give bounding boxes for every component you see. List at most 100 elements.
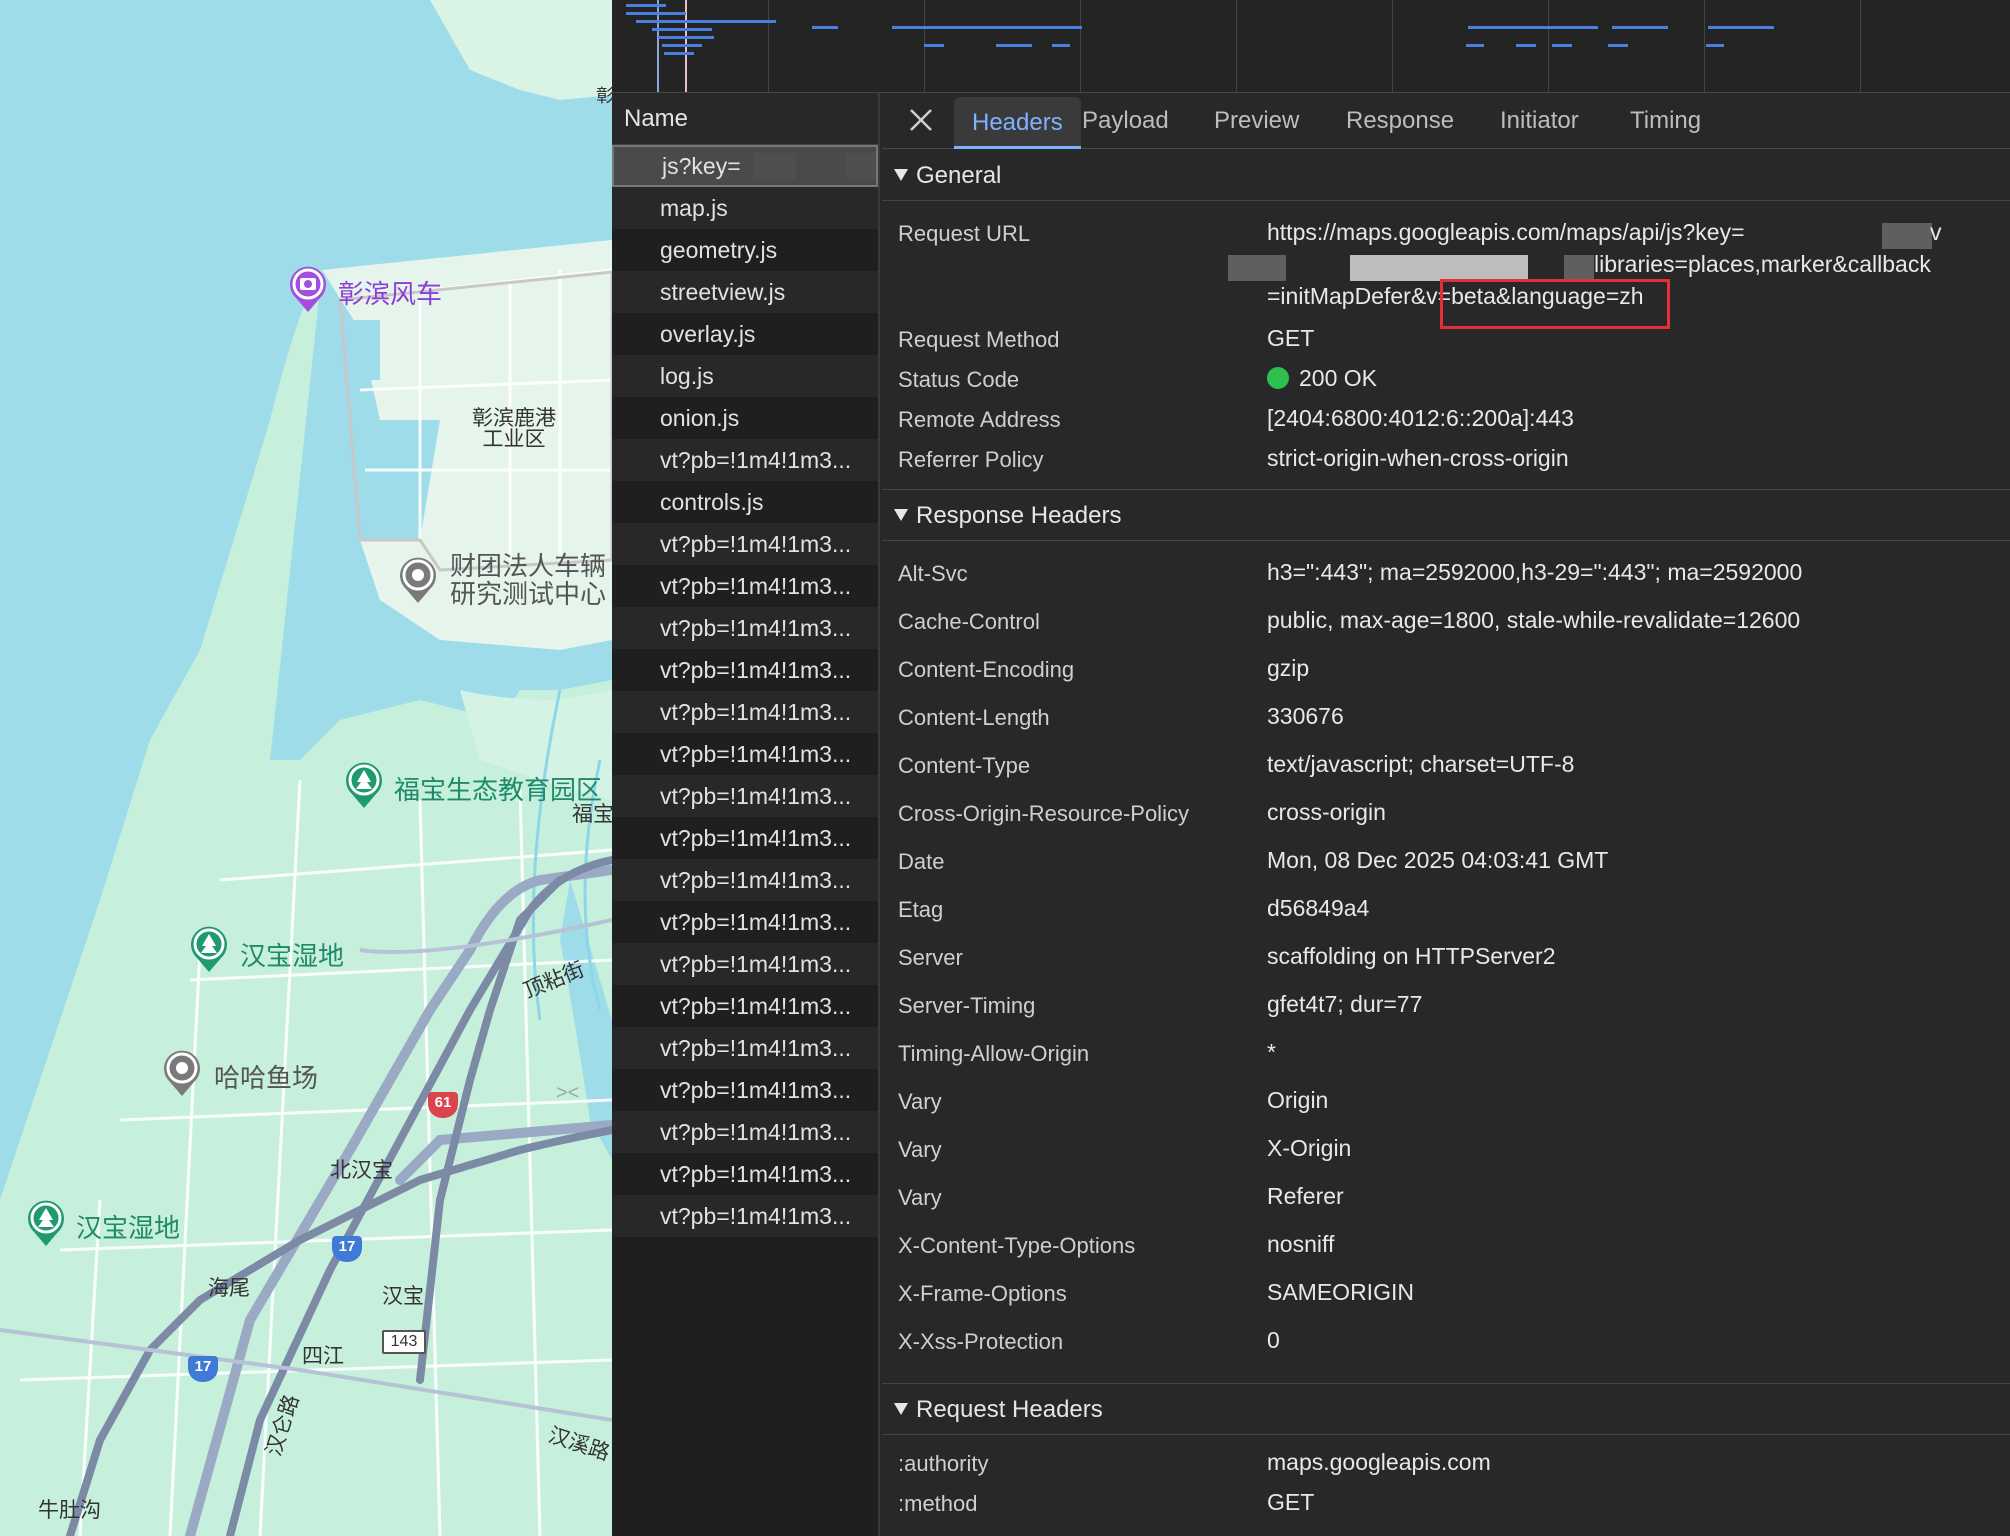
- camera-pin-icon[interactable]: [286, 262, 330, 314]
- response-headers-section-header[interactable]: Response Headers: [882, 491, 2010, 541]
- request-name: vt?pb=!1m4!1m3...: [660, 573, 852, 599]
- area-label-haiwei: 海尾: [208, 1276, 250, 1300]
- request-row[interactable]: vt?pb=!1m4!1m3...: [612, 1195, 878, 1237]
- response-header-value[interactable]: 0: [1267, 1327, 1280, 1354]
- request-row[interactable]: vt?pb=!1m4!1m3...: [612, 607, 878, 649]
- request-name: vt?pb=!1m4!1m3...: [660, 531, 852, 557]
- request-row[interactable]: streetview.js: [612, 271, 878, 313]
- request-list: Name js?key= map.js geometry.js streetview.…: [612, 93, 880, 1536]
- request-row[interactable]: vt?pb=!1m4!1m3...: [612, 775, 878, 817]
- redacted-block: [1350, 255, 1528, 281]
- request-row[interactable]: vt?pb=!1m4!1m3...: [612, 733, 878, 775]
- request-url-label: Request URL: [898, 221, 1031, 246]
- request-row[interactable]: vt?pb=!1m4!1m3...: [612, 691, 878, 733]
- response-header-value[interactable]: h3=":443"; ma=2592000,h3-29=":443"; ma=2…: [1267, 559, 1802, 586]
- network-overview-timeline[interactable]: [612, 0, 2010, 93]
- request-row[interactable]: vt?pb=!1m4!1m3...: [612, 523, 878, 565]
- response-header-value[interactable]: cross-origin: [1267, 799, 1386, 826]
- poi-label-haha-fish-farm[interactable]: 哈哈鱼场: [214, 1058, 318, 1095]
- request-name: vt?pb=!1m4!1m3...: [660, 447, 852, 473]
- language-param-highlight: [1440, 279, 1670, 329]
- tab-headers[interactable]: Headers: [954, 97, 1081, 149]
- request-row[interactable]: vt?pb=!1m4!1m3...: [612, 859, 878, 901]
- request-row[interactable]: map.js: [612, 187, 878, 229]
- request-url-line1[interactable]: https://maps.googleapis.com/maps/api/js?…: [1267, 219, 1745, 246]
- response-header-value[interactable]: *: [1267, 1039, 1276, 1066]
- poi-label-hanbao-wetland[interactable]: 汉宝湿地: [240, 936, 344, 973]
- tab-response[interactable]: Response: [1346, 107, 1454, 149]
- redacted-block: [1882, 223, 1932, 249]
- general-section-header[interactable]: General: [882, 151, 2010, 201]
- remote-address-label: Remote Address: [898, 407, 1061, 432]
- request-row[interactable]: vt?pb=!1m4!1m3...: [612, 649, 878, 691]
- response-header-value[interactable]: d56849a4: [1267, 895, 1369, 922]
- response-header-value[interactable]: SAMEORIGIN: [1267, 1279, 1414, 1306]
- request-row[interactable]: geometry.js: [612, 229, 878, 271]
- response-header-value[interactable]: Mon, 08 Dec 2025 04:03:41 GMT: [1267, 847, 1608, 874]
- area-label-hanbao: 汉宝: [382, 1284, 424, 1308]
- request-row[interactable]: vt?pb=!1m4!1m3...: [612, 565, 878, 607]
- request-url-line2[interactable]: libraries=places,marker&callback: [1594, 251, 1931, 278]
- request-row[interactable]: onion.js: [612, 397, 878, 439]
- place-pin-icon[interactable]: [160, 1046, 204, 1098]
- close-icon[interactable]: [904, 103, 938, 137]
- park-pin-icon[interactable]: [24, 1196, 68, 1248]
- response-header-value[interactable]: Origin: [1267, 1087, 1328, 1114]
- response-header-value[interactable]: 330676: [1267, 703, 1344, 730]
- tab-payload[interactable]: Payload: [1082, 107, 1169, 149]
- route-shield-143: 143: [382, 1330, 426, 1354]
- name-column-header[interactable]: Name: [612, 93, 878, 145]
- response-header-value[interactable]: public, max-age=1800, stale-while-revali…: [1267, 607, 1800, 634]
- response-header-value[interactable]: Referer: [1267, 1183, 1344, 1210]
- request-row[interactable]: vt?pb=!1m4!1m3...: [612, 1069, 878, 1111]
- request-name: vt?pb=!1m4!1m3...: [660, 741, 852, 767]
- redacted-block: [1564, 255, 1594, 281]
- response-header-value[interactable]: scaffolding on HTTPServer2: [1267, 943, 1556, 970]
- request-row[interactable]: vt?pb=!1m4!1m3...: [612, 1153, 878, 1195]
- request-name: vt?pb=!1m4!1m3...: [660, 1203, 852, 1229]
- section-title: General: [916, 162, 1002, 189]
- status-ok-icon: [1267, 367, 1289, 389]
- route-shield-17: 17: [332, 1236, 362, 1262]
- request-name: vt?pb=!1m4!1m3...: [660, 657, 852, 683]
- map-view[interactable]: 彰滨风车 财团法人车辆 研究测试中心 福宝生态教育园区 汉宝湿地 哈哈鱼场 汉宝…: [0, 0, 612, 1536]
- response-header-name: Vary: [898, 1089, 942, 1114]
- response-header-value[interactable]: X-Origin: [1267, 1135, 1351, 1162]
- poi-label-fubao-eco-park[interactable]: 福宝生态教育园区: [394, 770, 602, 807]
- area-label-sijiang: 四江: [302, 1344, 344, 1368]
- tab-initiator[interactable]: Initiator: [1500, 107, 1579, 149]
- poi-label-line2: 研究测试中心: [450, 580, 607, 610]
- request-name: geometry.js: [660, 237, 778, 263]
- poi-label-vehicle-test-center[interactable]: 财团法人车辆 研究测试中心: [450, 553, 606, 609]
- request-row[interactable]: log.js: [612, 355, 878, 397]
- response-header-name: Timing-Allow-Origin: [898, 1041, 1090, 1066]
- response-header-value[interactable]: gfet4t7; dur=77: [1267, 991, 1422, 1018]
- area-label-fubao: 福宝: [572, 802, 612, 826]
- splitter-handle-icon[interactable]: ><: [556, 1082, 579, 1105]
- poi-label-hanbao-wetland-2[interactable]: 汉宝湿地: [76, 1208, 180, 1245]
- request-row[interactable]: vt?pb=!1m4!1m3...: [612, 901, 878, 943]
- tab-timing[interactable]: Timing: [1630, 107, 1701, 149]
- response-header-value[interactable]: nosniff: [1267, 1231, 1334, 1258]
- request-rows: js?key= map.js geometry.js streetview.js ove…: [612, 145, 878, 1237]
- request-row[interactable]: vt?pb=!1m4!1m3...: [612, 1111, 878, 1153]
- park-pin-icon[interactable]: [187, 922, 231, 974]
- request-detail-panel: Headers Payload Preview Response Initiat…: [882, 93, 2010, 1536]
- tab-preview[interactable]: Preview: [1214, 107, 1299, 149]
- response-header-value[interactable]: gzip: [1267, 655, 1309, 682]
- request-row[interactable]: vt?pb=!1m4!1m3...: [612, 1027, 878, 1069]
- request-row[interactable]: vt?pb=!1m4!1m3...: [612, 985, 878, 1027]
- park-pin-icon[interactable]: [342, 758, 386, 810]
- request-row[interactable]: vt?pb=!1m4!1m3...: [612, 817, 878, 859]
- request-row[interactable]: vt?pb=!1m4!1m3...: [612, 943, 878, 985]
- request-row[interactable]: vt?pb=!1m4!1m3...: [612, 439, 878, 481]
- request-header-value[interactable]: maps.googleapis.com: [1267, 1449, 1491, 1476]
- request-row[interactable]: overlay.js: [612, 313, 878, 355]
- request-headers-section-header[interactable]: Request Headers: [882, 1385, 2010, 1435]
- request-header-value[interactable]: GET: [1267, 1489, 1314, 1516]
- poi-label-zhangbin-windmill[interactable]: 彰滨风车: [338, 274, 442, 311]
- request-row[interactable]: controls.js: [612, 481, 878, 523]
- place-pin-icon[interactable]: [396, 553, 440, 605]
- request-row-selected[interactable]: js?key=: [612, 145, 878, 187]
- response-header-value[interactable]: text/javascript; charset=UTF-8: [1267, 751, 1574, 778]
